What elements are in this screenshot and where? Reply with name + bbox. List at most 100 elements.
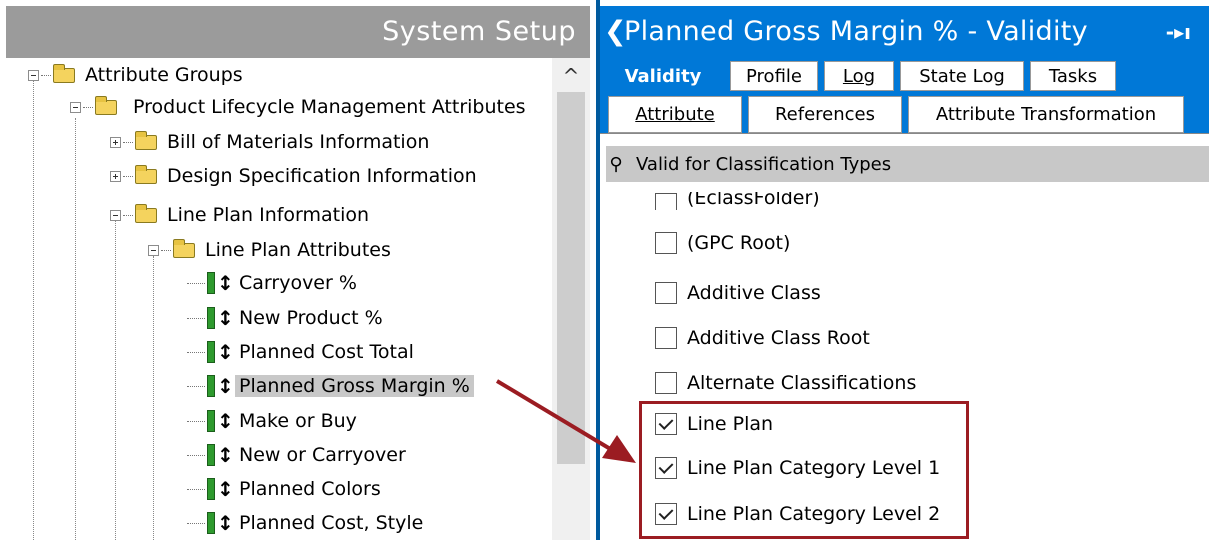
tree-item-plm-attributes[interactable]: Product Lifecycle Management Attributes bbox=[70, 92, 526, 122]
classification-label: Alternate Classifications bbox=[687, 372, 917, 394]
attribute-icon: ↕ bbox=[207, 444, 234, 466]
folder-icon bbox=[135, 203, 157, 223]
tree-scrollbar[interactable]: ^ bbox=[552, 58, 590, 540]
tab-attribute[interactable]: Attribute bbox=[608, 96, 742, 133]
tab-label: State Log bbox=[919, 65, 1005, 87]
tree-item-label: Planned Cost, Style bbox=[239, 512, 424, 534]
annotation-highlight-box bbox=[639, 401, 969, 539]
classification-item[interactable]: Additive Class Root bbox=[655, 324, 870, 352]
tree-dots bbox=[187, 385, 205, 387]
tree-connector-line bbox=[153, 256, 154, 540]
tab-label: Validity bbox=[624, 65, 702, 87]
tree-connector-line bbox=[75, 118, 76, 540]
classification-item[interactable]: (GPC Root) bbox=[655, 229, 790, 257]
tree-item-attribute[interactable]: ↕ Planned Colors bbox=[187, 474, 381, 504]
tree-dots bbox=[83, 106, 93, 108]
expand-icon[interactable] bbox=[110, 136, 121, 148]
attribute-tree: Attribute Groups Product Lifecycle Manag… bbox=[6, 58, 552, 540]
attribute-icon: ↕ bbox=[207, 341, 234, 363]
classification-item[interactable]: Additive Class bbox=[655, 279, 821, 307]
tab-bar: Validity Profile Log State Log Tasks Att… bbox=[600, 58, 1209, 133]
tab-attribute-transformation[interactable]: Attribute Transformation bbox=[908, 96, 1184, 133]
collapse-icon[interactable] bbox=[28, 69, 39, 81]
classification-item[interactable]: Alternate Classifications bbox=[655, 369, 916, 397]
checkbox[interactable] bbox=[655, 232, 677, 254]
tab-tasks[interactable]: Tasks bbox=[1030, 61, 1116, 91]
tree-item-attribute[interactable]: ↕ Make or Buy bbox=[187, 406, 357, 436]
tree-item-attribute[interactable]: ↕ Planned Cost Total bbox=[187, 337, 414, 367]
tree-item-label: Planned Colors bbox=[239, 478, 381, 500]
classification-label: Additive Class bbox=[687, 282, 821, 304]
collapse-icon[interactable] bbox=[148, 244, 159, 256]
tree-item-line-plan-attributes[interactable]: Line Plan Attributes bbox=[148, 235, 391, 265]
tree-item-attribute[interactable]: ↕ Carryover % bbox=[187, 268, 357, 298]
attribute-icon: ↕ bbox=[207, 307, 234, 329]
tree-item-label: Line Plan Information bbox=[167, 204, 370, 226]
tab-label: Attribute Transformation bbox=[935, 104, 1157, 125]
scrollbar-thumb[interactable] bbox=[557, 92, 585, 464]
system-setup-title: System Setup bbox=[382, 16, 576, 47]
tree-item-attribute[interactable]: ↕ New Product % bbox=[187, 303, 383, 333]
classification-label: Additive Class Root bbox=[687, 327, 870, 349]
tree-dots bbox=[187, 454, 205, 456]
tab-label: Attribute bbox=[635, 104, 715, 125]
validity-header: ❮ Planned Gross Margin % - Validity -▸ı bbox=[600, 6, 1209, 58]
attribute-icon: ↕ bbox=[207, 375, 234, 397]
tab-references[interactable]: References bbox=[748, 96, 902, 133]
tree-item-label: Product Lifecycle Management Attributes bbox=[133, 96, 526, 118]
tree-dots bbox=[187, 282, 205, 284]
attribute-icon: ↕ bbox=[207, 512, 234, 534]
tree-item-label: Bill of Materials Information bbox=[167, 131, 430, 153]
tree-item-attribute-selected[interactable]: ↕ Planned Gross Margin % bbox=[187, 371, 474, 401]
classification-label: (EclassFolder) bbox=[687, 192, 820, 209]
pushpin-icon[interactable]: ⚲ bbox=[606, 154, 626, 175]
checkbox[interactable] bbox=[655, 327, 677, 349]
collapse-icon[interactable] bbox=[110, 209, 121, 221]
tree-item-bill-of-materials[interactable]: Bill of Materials Information bbox=[110, 127, 429, 157]
tree-dots bbox=[187, 351, 205, 353]
folder-icon bbox=[95, 95, 117, 115]
tab-state-log[interactable]: State Log bbox=[900, 61, 1024, 91]
scroll-up-icon[interactable]: ^ bbox=[552, 64, 590, 88]
tree-item-label: Attribute Groups bbox=[85, 64, 243, 86]
tree-dots bbox=[187, 317, 205, 319]
tree-item-label: Design Specification Information bbox=[167, 165, 477, 187]
tree-connector-line bbox=[115, 218, 116, 540]
validity-title: Planned Gross Margin % - Validity bbox=[624, 16, 1088, 47]
tree-dots bbox=[187, 522, 205, 524]
tab-label: Profile bbox=[746, 65, 802, 87]
tree-item-line-plan-information[interactable]: Line Plan Information bbox=[110, 200, 369, 230]
pin-icon[interactable]: -▸ı bbox=[1166, 20, 1191, 44]
tree-dots bbox=[123, 141, 133, 143]
attribute-icon: ↕ bbox=[207, 272, 234, 294]
checkbox[interactable] bbox=[655, 282, 677, 304]
collapse-icon[interactable] bbox=[70, 101, 81, 113]
tree-item-attribute-groups[interactable]: Attribute Groups bbox=[28, 60, 243, 90]
tree-item-design-specification[interactable]: Design Specification Information bbox=[110, 161, 477, 191]
tab-log[interactable]: Log bbox=[824, 61, 894, 91]
classification-item[interactable]: (EclassFolder) bbox=[655, 192, 820, 210]
tree-item-label: Planned Gross Margin % bbox=[235, 375, 474, 397]
folder-icon bbox=[135, 130, 157, 150]
tree-item-attribute[interactable]: ↕ New or Carryover bbox=[187, 440, 406, 470]
classification-label: (GPC Root) bbox=[687, 232, 791, 254]
tab-label: References bbox=[774, 104, 876, 125]
system-setup-header: System Setup bbox=[6, 6, 590, 58]
tree-dots bbox=[123, 175, 133, 177]
section-title: Valid for Classification Types bbox=[636, 153, 892, 175]
folder-icon bbox=[173, 238, 195, 258]
tree-item-label: Carryover % bbox=[239, 272, 357, 294]
section-header[interactable]: ⚲ Valid for Classification Types bbox=[606, 146, 1209, 182]
tree-item-label: Planned Cost Total bbox=[239, 341, 414, 363]
tree-item-attribute[interactable]: ↕ Planned Cost, Style bbox=[187, 508, 423, 538]
tree-dots bbox=[187, 420, 205, 422]
tree-item-label: New Product % bbox=[239, 307, 383, 329]
tab-profile[interactable]: Profile bbox=[730, 61, 818, 91]
checkbox[interactable] bbox=[655, 372, 677, 394]
checkbox[interactable] bbox=[655, 193, 677, 210]
tree-dots bbox=[123, 214, 133, 216]
tree-dots bbox=[187, 488, 205, 490]
tree-connector-line bbox=[33, 80, 34, 540]
expand-icon[interactable] bbox=[110, 170, 121, 182]
tab-validity[interactable]: Validity bbox=[608, 61, 718, 91]
